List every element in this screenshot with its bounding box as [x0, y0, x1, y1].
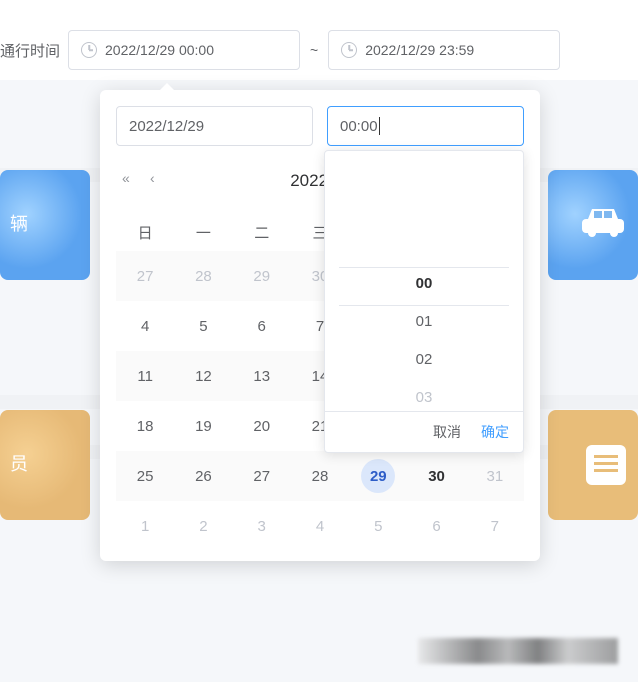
calendar-day[interactable]: 1 [116, 501, 174, 551]
time-spinner-panel: 00010203 取消 确定 [324, 150, 524, 453]
calendar-day[interactable]: 18 [116, 401, 174, 451]
calendar-day[interactable]: 29 [349, 451, 407, 501]
calendar-day[interactable]: 4 [116, 301, 174, 351]
calendar-day[interactable]: 6 [233, 301, 291, 351]
calendar-day[interactable]: 19 [174, 401, 232, 451]
text-cursor [379, 117, 380, 135]
field-label: 通行时间 [0, 40, 60, 61]
datetime-picker-popup: 2022/12/29 00:00 « ‹ 2022 年 日一二三四五六 2728… [100, 90, 540, 561]
time-option[interactable]: 02 [325, 341, 523, 379]
time-option[interactable]: 01 [325, 303, 523, 341]
weekday-header: 一 [174, 214, 232, 251]
calendar-day[interactable]: 11 [116, 351, 174, 401]
calendar-day[interactable]: 2 [174, 501, 232, 551]
picker-date-value: 2022/12/29 [129, 118, 204, 135]
picker-date-input[interactable]: 2022/12/29 [116, 106, 313, 146]
stat-card-person[interactable]: 员 [0, 410, 90, 520]
calendar-day[interactable]: 4 [291, 501, 349, 551]
stat-card-vehicle[interactable]: 辆 [0, 170, 90, 280]
calendar-day[interactable]: 7 [466, 501, 524, 551]
stat-card-car[interactable] [548, 170, 638, 280]
prev-year-button[interactable]: « [122, 170, 127, 186]
calendar-day[interactable]: 27 [116, 251, 174, 301]
start-datetime-value: 2022/12/29 00:00 [105, 42, 214, 58]
weekday-header: 二 [233, 214, 291, 251]
calendar-day[interactable]: 5 [349, 501, 407, 551]
calendar-day[interactable]: 20 [233, 401, 291, 451]
picker-time-input[interactable]: 00:00 [327, 106, 524, 146]
stat-card-doc[interactable] [548, 410, 638, 520]
calendar-day[interactable]: 31 [466, 451, 524, 501]
calendar-day[interactable]: 28 [291, 451, 349, 501]
document-icon [586, 445, 626, 485]
clock-icon [341, 42, 357, 58]
clock-icon [81, 42, 97, 58]
calendar-day[interactable]: 13 [233, 351, 291, 401]
range-separator: ~ [308, 42, 320, 58]
end-datetime-value: 2022/12/29 23:59 [365, 42, 474, 58]
prev-month-button[interactable]: ‹ [150, 170, 155, 186]
calendar-day[interactable]: 30 [407, 451, 465, 501]
card-text: 员 [10, 453, 28, 476]
calendar-day[interactable]: 12 [174, 351, 232, 401]
end-datetime-input[interactable]: 2022/12/29 23:59 [328, 30, 560, 70]
time-option[interactable]: 00 [325, 265, 523, 303]
calendar-day[interactable]: 3 [233, 501, 291, 551]
calendar-day[interactable]: 5 [174, 301, 232, 351]
redacted-area [418, 638, 618, 664]
calendar-day[interactable]: 25 [116, 451, 174, 501]
calendar-day[interactable]: 29 [233, 251, 291, 301]
time-ok-button[interactable]: 确定 [481, 422, 509, 442]
time-spinner[interactable]: 00010203 [325, 151, 523, 411]
calendar-day[interactable]: 28 [174, 251, 232, 301]
weekday-header: 日 [116, 214, 174, 251]
time-cancel-button[interactable]: 取消 [433, 422, 461, 442]
start-datetime-input[interactable]: 2022/12/29 00:00 [68, 30, 300, 70]
calendar-day[interactable]: 6 [407, 501, 465, 551]
picker-time-value: 00:00 [340, 118, 378, 135]
card-text: 辆 [10, 213, 28, 236]
time-option[interactable]: 03 [325, 379, 523, 411]
car-icon [578, 205, 628, 240]
calendar-day[interactable]: 27 [233, 451, 291, 501]
calendar-day[interactable]: 26 [174, 451, 232, 501]
